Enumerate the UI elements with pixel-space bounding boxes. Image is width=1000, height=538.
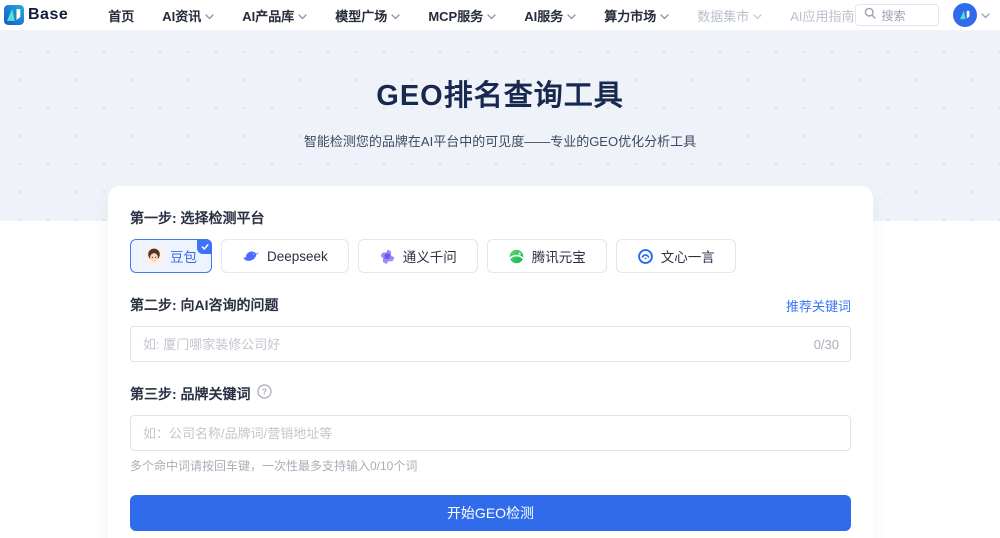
platform-wenxin-yiyan[interactable]: 文心一言 (616, 239, 736, 273)
nav-item-ai-services[interactable]: AI服务 (524, 6, 576, 25)
doubao-avatar-icon (145, 247, 163, 265)
chevron-down-icon (487, 8, 496, 23)
search-icon (864, 6, 876, 24)
recommend-keywords-link[interactable]: 推荐关键词 (786, 296, 851, 315)
chevron-down-icon (981, 6, 990, 24)
top-navbar: Base 首页 AI资讯 AI产品库 模型广场 MCP服务 (0, 0, 1000, 30)
search-placeholder: 搜索 (882, 7, 906, 24)
qwen-icon (379, 248, 396, 265)
question-input-wrap: 0/30 (130, 326, 851, 362)
chevron-down-icon (391, 8, 400, 23)
step3-label: 第三步: 品牌关键词 ? (130, 384, 851, 404)
geo-tool-card: 第一步: 选择检测平台 豆包 (108, 186, 873, 538)
nav-item-ai-products[interactable]: AI产品库 (242, 6, 307, 25)
page-subtitle: 智能检测您的品牌在AI平台中的可见度——专业的GEO优化分析工具 (0, 131, 1000, 150)
step1-label: 第一步: 选择检测平台 (130, 208, 851, 228)
platform-deepseek[interactable]: Deepseek (221, 239, 349, 273)
nav-item-model-square[interactable]: 模型广场 (335, 6, 400, 25)
avatar (953, 3, 977, 27)
start-geo-check-button[interactable]: 开始GEO检测 (130, 495, 851, 531)
brand-keywords-hint: 多个命中词请按回车键，一次性最多支持输入0/10个词 (130, 458, 851, 474)
aibase-logo-icon (4, 5, 24, 25)
nav-item-compute-market[interactable]: 算力市场 (604, 6, 669, 25)
page-title: GEO排名查询工具 (0, 72, 1000, 114)
nav-right: 搜索 (855, 3, 990, 27)
platform-tongyi-qianwen[interactable]: 通义千问 (358, 239, 478, 273)
tencent-yuanbao-icon (508, 248, 525, 265)
chevron-down-icon (205, 8, 214, 23)
brand-input-wrap (130, 415, 851, 451)
deepseek-whale-icon (242, 247, 260, 265)
nav-item-mcp-services[interactable]: MCP服务 (428, 6, 496, 25)
chevron-down-icon (567, 8, 576, 23)
wenxin-yiyan-icon (637, 248, 654, 265)
page: Base 首页 AI资讯 AI产品库 模型广场 MCP服务 (0, 0, 1000, 538)
brand-keywords-input[interactable] (130, 415, 851, 451)
chevron-down-icon (753, 8, 762, 23)
platform-doubao[interactable]: 豆包 (130, 239, 212, 273)
chevron-down-icon (660, 8, 669, 23)
step2-row: 第二步: 向AI咨询的问题 推荐关键词 (130, 295, 851, 315)
chevron-down-icon (298, 8, 307, 23)
help-question-icon[interactable]: ? (257, 384, 272, 404)
question-input[interactable] (130, 326, 851, 362)
nav-item-home[interactable]: 首页 (108, 6, 134, 25)
search-box[interactable]: 搜索 (855, 4, 939, 26)
platform-tencent-yuanbao[interactable]: 腾讯元宝 (487, 239, 607, 273)
nav-item-ai-news[interactable]: AI资讯 (162, 6, 214, 25)
platform-selector: 豆包 Deepseek (130, 239, 851, 273)
nav-item-data-market[interactable]: 数据集市 (697, 6, 762, 25)
main-nav: 首页 AI资讯 AI产品库 模型广场 MCP服务 AI服务 (108, 6, 854, 25)
user-menu[interactable] (953, 3, 990, 27)
svg-text:?: ? (261, 387, 266, 397)
selected-check-icon (197, 239, 212, 254)
step2-label: 第二步: 向AI咨询的问题 (130, 295, 279, 315)
aibase-logo-text: Base (28, 6, 68, 24)
nav-item-ai-app-guide[interactable]: AI应用指南 (790, 6, 854, 25)
aibase-logo[interactable]: Base (4, 5, 68, 25)
